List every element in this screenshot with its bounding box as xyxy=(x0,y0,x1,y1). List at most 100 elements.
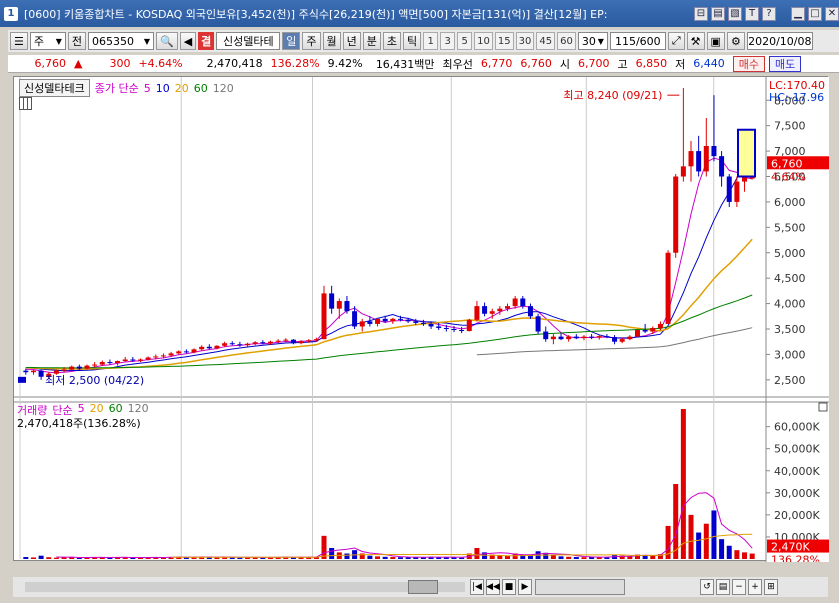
volume-bar xyxy=(344,553,350,559)
stock-code-input[interactable]: 065350 ▼ xyxy=(88,32,154,50)
zoom-icon[interactable]: ⤢ xyxy=(667,32,685,50)
candle-body xyxy=(673,176,679,253)
prev-button[interactable]: 전 xyxy=(67,32,86,50)
tool-icon[interactable]: ⚒ xyxy=(686,32,705,50)
interval-button-15[interactable]: 15 xyxy=(494,32,514,50)
interval-button-45[interactable]: 45 xyxy=(536,32,556,50)
save-chart-icon[interactable]: ▣ xyxy=(706,32,725,50)
low-marker xyxy=(18,376,26,383)
price-volume-chart[interactable]: 8,0007,5007,0006,5006,0005,5005,0004,500… xyxy=(14,77,829,576)
period-month-button[interactable]: 월 xyxy=(322,32,341,50)
low-annotation: 최저 2,500 (04/22) xyxy=(45,374,144,387)
legend-stock-name[interactable]: 신성델타테크 xyxy=(19,79,90,97)
candle-body xyxy=(138,359,144,361)
volume-bar xyxy=(742,552,748,559)
interval-button-30[interactable]: 30 xyxy=(515,32,535,50)
link-icon[interactable]: ⊟ xyxy=(694,6,708,21)
candle-body xyxy=(290,339,296,344)
volume-bar xyxy=(673,484,679,559)
volume-axis-label: 60,000K xyxy=(774,421,820,434)
settings-icon[interactable]: ⚙ xyxy=(726,32,745,50)
help-icon[interactable]: ? xyxy=(762,6,776,21)
volume-current-label: 2,470K xyxy=(771,541,810,554)
candle-body xyxy=(420,322,426,324)
scroll-thumb[interactable] xyxy=(408,580,438,594)
period-minute-button[interactable]: 분 xyxy=(362,32,381,50)
volume-axis-label: 40,000K xyxy=(774,465,820,478)
interval-button-3[interactable]: 3 xyxy=(440,32,456,50)
interval-button-5[interactable]: 5 xyxy=(457,32,473,50)
volume-bar xyxy=(46,557,52,559)
menu-icon[interactable]: ☰ xyxy=(10,32,28,50)
candle-body xyxy=(76,366,82,369)
candle-body xyxy=(199,346,205,350)
count-select[interactable]: 30 ▼ xyxy=(577,32,608,50)
price-axis-label: 3,000 xyxy=(774,348,806,361)
candle-body xyxy=(344,301,350,312)
minimize-icon[interactable]: ▁ xyxy=(791,6,805,21)
gyeol-badge[interactable]: 결 xyxy=(198,32,215,50)
first-icon[interactable]: |◀ xyxy=(470,579,484,595)
zoom-slider[interactable] xyxy=(535,579,625,595)
zoom-slider-track[interactable] xyxy=(535,579,625,595)
minus-icon[interactable]: − xyxy=(732,579,746,595)
best-quote-label: 최우선 xyxy=(442,57,473,71)
candle-body xyxy=(428,323,434,327)
interval-button-1[interactable]: 1 xyxy=(423,32,439,50)
candle-body xyxy=(566,336,572,340)
search-icon[interactable]: 🔍 xyxy=(156,32,178,50)
open-label: 시 xyxy=(559,57,571,71)
volume-bar xyxy=(650,555,656,559)
change-pct-label: 4.64% xyxy=(771,170,806,183)
plus-icon[interactable]: + xyxy=(748,579,762,595)
interval-button-10[interactable]: 10 xyxy=(474,32,493,50)
candle-body xyxy=(168,353,174,356)
volume-bar xyxy=(688,514,694,559)
scroll-track[interactable] xyxy=(25,582,465,592)
split-icon[interactable]: ▧ xyxy=(728,6,742,21)
prev-icon[interactable]: ◀◀ xyxy=(486,579,500,595)
next-icon[interactable]: ▶ xyxy=(518,579,532,595)
period-day-button[interactable]: 일 xyxy=(282,32,301,50)
candle-body xyxy=(688,151,694,167)
save-icon[interactable]: ▤ xyxy=(711,6,725,21)
speaker-icon[interactable]: ◀ xyxy=(179,32,197,50)
interval-button-60[interactable]: 60 xyxy=(557,32,576,50)
fit-icon[interactable]: ⊞ xyxy=(764,579,778,595)
candle-body xyxy=(176,351,182,354)
tool2-icon[interactable]: ▤ xyxy=(716,579,730,595)
volume-pct-label: 136.28% xyxy=(771,554,820,562)
candle-body xyxy=(665,252,671,324)
stop-icon[interactable]: ■ xyxy=(502,579,516,595)
chart-panel[interactable]: 8,000 7,500 7,000 6,500 6,000 5,500 5,000 4,500… xyxy=(13,76,829,576)
sell-button[interactable]: 매도 xyxy=(769,55,802,72)
table-icon[interactable] xyxy=(19,97,32,110)
candle-body xyxy=(436,326,442,328)
candle-body xyxy=(711,146,717,157)
candle-body xyxy=(634,330,640,337)
period-tick-button[interactable]: 틱 xyxy=(403,32,422,50)
close-icon[interactable]: ✕ xyxy=(825,6,839,21)
price-axis-label: 5,500 xyxy=(774,221,806,234)
period-year-button[interactable]: 년 xyxy=(342,32,361,50)
period-week-button[interactable]: 주 xyxy=(302,32,321,50)
undo-icon[interactable]: ↺ xyxy=(700,579,714,595)
candle-body xyxy=(405,319,411,322)
candle-body xyxy=(596,336,602,338)
maximize-icon[interactable]: □ xyxy=(808,6,822,21)
turnover-value: 9.42% xyxy=(327,57,363,70)
date-input[interactable]: 2020/10/08 xyxy=(746,32,813,50)
candle-body xyxy=(191,349,197,353)
candle-body xyxy=(520,298,526,307)
candle-body xyxy=(92,364,98,366)
volume-ratio: 136.28% xyxy=(270,57,320,70)
candle-body xyxy=(680,166,686,177)
pin-icon[interactable]: T xyxy=(745,6,759,21)
period-second-button[interactable]: 초 xyxy=(382,32,402,50)
volume-bar xyxy=(703,523,709,559)
buy-button[interactable]: 매수 xyxy=(732,55,766,72)
best-bid: 6,760 xyxy=(520,57,552,70)
candle-body xyxy=(619,339,625,342)
period-select[interactable]: 주 ▼ xyxy=(29,32,66,50)
candle-body xyxy=(390,318,396,322)
